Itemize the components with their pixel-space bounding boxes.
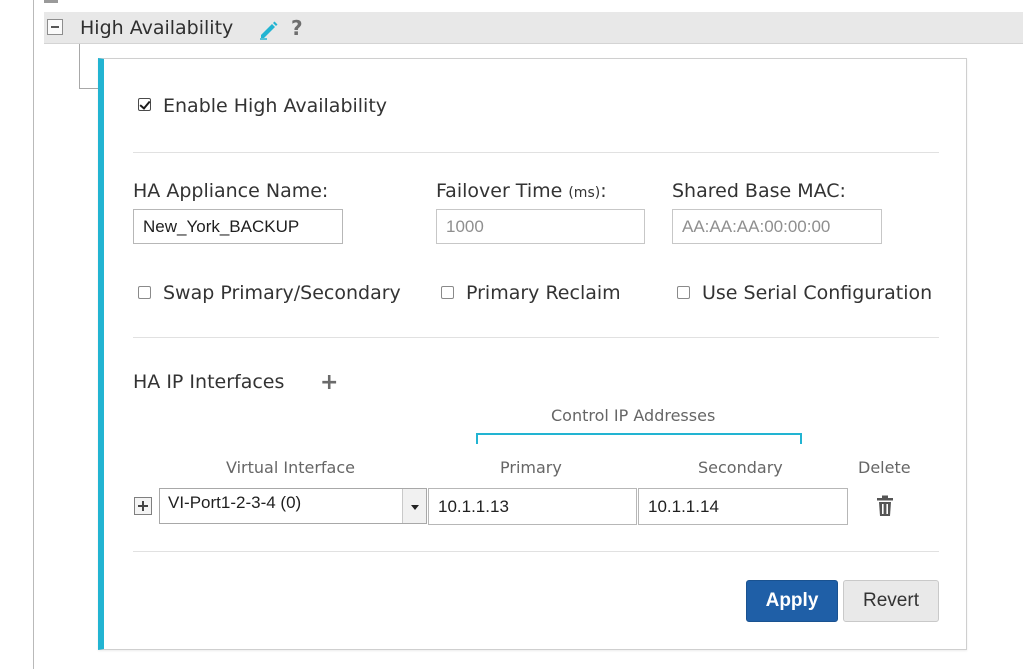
failover-time-label-text: Failover Time bbox=[436, 180, 563, 202]
apply-button[interactable]: Apply bbox=[746, 580, 838, 622]
trash-icon[interactable] bbox=[876, 495, 894, 517]
secondary-ip-input[interactable]: 10.1.1.14 bbox=[638, 488, 848, 525]
divider-top bbox=[133, 152, 939, 153]
ha-ip-interfaces-title: HA IP Interfaces bbox=[133, 371, 285, 393]
expand-row-icon[interactable] bbox=[134, 497, 152, 515]
use-serial-configuration-label: Use Serial Configuration bbox=[702, 282, 933, 304]
ha-settings-panel bbox=[98, 58, 967, 650]
tree-stub bbox=[44, 0, 58, 3]
section-title: High Availability bbox=[80, 17, 234, 39]
appliance-name-input[interactable]: New_York_BACKUP bbox=[133, 209, 343, 244]
virtual-interface-value: VI-Port1-2-3-4 (0) bbox=[168, 493, 302, 512]
primary-ip-input[interactable]: 10.1.1.13 bbox=[428, 488, 637, 525]
left-border-line bbox=[33, 0, 34, 669]
divider-bottom bbox=[133, 551, 939, 552]
column-secondary: Secondary bbox=[698, 458, 783, 477]
column-delete: Delete bbox=[858, 458, 911, 477]
primary-reclaim-checkbox[interactable] bbox=[441, 286, 454, 299]
use-serial-configuration-checkbox[interactable] bbox=[677, 286, 690, 299]
column-virtual-interface: Virtual Interface bbox=[226, 458, 355, 477]
column-primary: Primary bbox=[500, 458, 562, 477]
swap-primary-secondary-checkbox[interactable] bbox=[138, 286, 151, 299]
enable-ha-checkbox[interactable] bbox=[138, 98, 151, 111]
collapse-icon[interactable] bbox=[47, 19, 63, 35]
control-ip-bracket bbox=[476, 433, 802, 444]
tree-connector-vertical bbox=[79, 44, 80, 89]
virtual-interface-select[interactable]: VI-Port1-2-3-4 (0) bbox=[159, 488, 427, 524]
appliance-name-label: HA Appliance Name: bbox=[133, 180, 329, 202]
enable-ha-label: Enable High Availability bbox=[163, 95, 388, 117]
revert-button[interactable]: Revert bbox=[843, 580, 939, 622]
shared-mac-input[interactable]: AA:AA:AA:00:00:00 bbox=[672, 209, 882, 244]
failover-time-colon: : bbox=[600, 180, 607, 202]
failover-time-unit: (ms) bbox=[568, 185, 601, 201]
control-ip-addresses-header: Control IP Addresses bbox=[551, 406, 716, 425]
help-icon[interactable]: ? bbox=[291, 16, 303, 40]
edit-icon[interactable] bbox=[257, 18, 279, 40]
swap-primary-secondary-label: Swap Primary/Secondary bbox=[163, 282, 401, 304]
divider-middle bbox=[133, 337, 939, 338]
failover-time-input[interactable]: 1000 bbox=[436, 209, 645, 244]
add-interface-plus-icon[interactable]: + bbox=[320, 372, 338, 394]
shared-mac-label: Shared Base MAC: bbox=[672, 180, 846, 202]
failover-time-label: Failover Time (ms): bbox=[436, 179, 607, 205]
primary-reclaim-label: Primary Reclaim bbox=[466, 282, 621, 304]
chevron-down-icon[interactable] bbox=[402, 489, 426, 523]
